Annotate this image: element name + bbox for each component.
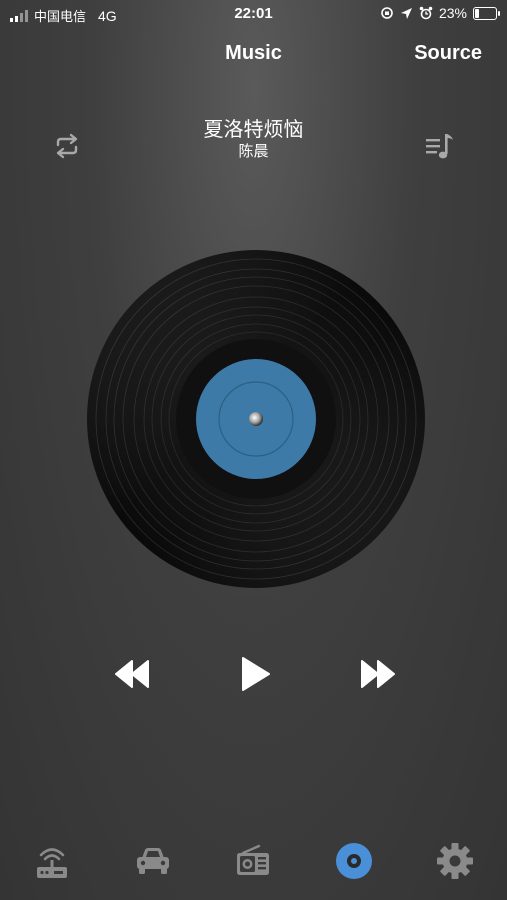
battery-icon <box>473 6 500 20</box>
disc-icon <box>336 843 372 879</box>
playlist-icon <box>426 134 453 159</box>
vinyl-spindle <box>249 412 263 426</box>
header: Music Source <box>0 38 507 68</box>
fast-forward-icon <box>361 660 395 688</box>
tab-router[interactable] <box>27 836 77 886</box>
fast-forward-button[interactable] <box>359 656 397 692</box>
tab-car[interactable] <box>128 836 178 886</box>
alarm-icon <box>419 6 433 20</box>
tab-bar <box>0 836 507 892</box>
battery-percent: 23% <box>438 5 467 21</box>
status-bar: 中国电信 4G 22:01 23% <box>0 0 507 28</box>
tab-music[interactable] <box>329 836 379 886</box>
rewind-button[interactable] <box>113 656 151 692</box>
status-right: 23% <box>380 5 500 21</box>
tab-settings[interactable] <box>430 836 480 886</box>
source-button[interactable]: Source <box>414 42 482 65</box>
radio-icon <box>237 844 269 875</box>
location-icon <box>400 7 412 19</box>
router-icon <box>37 848 67 878</box>
play-icon <box>242 657 270 691</box>
vinyl-record <box>86 249 426 589</box>
battery-level <box>475 8 479 18</box>
playlist-button[interactable] <box>424 130 456 162</box>
orientation-lock-icon <box>381 7 393 19</box>
gear-icon <box>437 843 473 879</box>
play-button[interactable] <box>238 655 272 693</box>
rewind-icon <box>115 660 149 688</box>
tab-radio[interactable] <box>228 836 278 886</box>
car-icon <box>137 848 169 874</box>
